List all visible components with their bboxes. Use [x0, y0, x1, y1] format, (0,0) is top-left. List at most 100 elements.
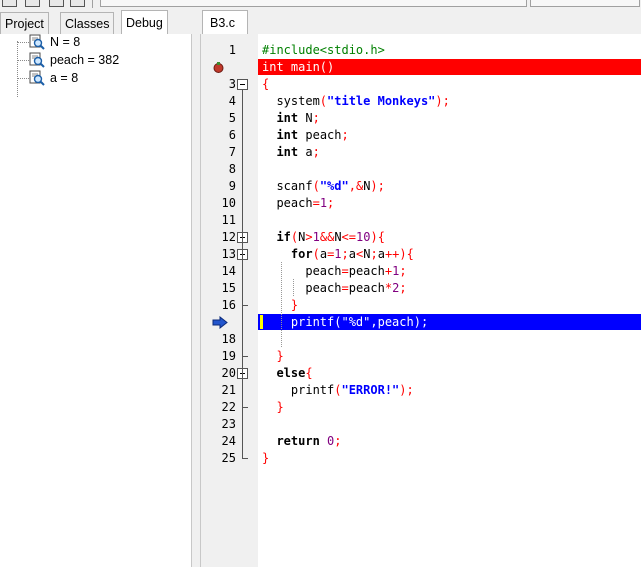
code-text: {	[262, 77, 270, 91]
code-text: printf("%d",peach);	[262, 315, 429, 329]
line-number: 5	[228, 111, 236, 125]
line-number: 7	[228, 145, 236, 159]
left-panel-tabs: Project Classes Debug	[0, 10, 190, 35]
toolbar	[0, 0, 641, 8]
fold-toggle-icon[interactable]	[237, 79, 248, 90]
code-editor[interactable]: 1 #include<stdio.h> int main() 3{4 system("…	[200, 34, 641, 567]
code-text: peach=peach+1;	[262, 264, 407, 278]
code-text: }	[276, 349, 284, 363]
code-text: int peach;	[276, 128, 349, 142]
line-number: 21	[221, 383, 236, 397]
code-text: printf("ERROR!");	[262, 383, 414, 397]
code-text: }	[262, 451, 270, 465]
code-line[interactable]: 13 for(a=1;a<N;a++){	[201, 246, 641, 263]
line-number: 19	[221, 349, 236, 363]
code-line[interactable]: 21 printf("ERROR!");	[201, 382, 641, 399]
code-line[interactable]: 23	[201, 416, 641, 433]
tab-project[interactable]: Project	[0, 12, 49, 35]
editor-tabs: B3.c	[200, 10, 641, 35]
line-number: 18	[221, 332, 236, 346]
toolbar-combo[interactable]	[100, 0, 527, 7]
toolbar-separator	[92, 0, 93, 8]
toolbar-combo-2[interactable]	[530, 0, 640, 7]
code-line[interactable]: 8	[201, 161, 641, 178]
code-line[interactable]: 20 else{	[201, 365, 641, 382]
file-tab-b3c[interactable]: B3.c	[202, 10, 249, 35]
code-line[interactable]: 12 if(N>1&&N<=10){	[201, 229, 641, 246]
code-line[interactable]: 4 system("title Monkeys");	[201, 93, 641, 110]
line-number: 3	[228, 77, 236, 91]
line-number: 6	[228, 128, 236, 142]
line-number: 15	[221, 281, 236, 295]
code-line[interactable]: 22 }	[201, 399, 641, 416]
fold-end-mark	[242, 458, 248, 459]
watch-label: N = 8	[50, 35, 81, 49]
line-number: 20	[221, 366, 236, 380]
code-text: int N;	[276, 111, 320, 125]
toolbar-button-2[interactable]	[25, 0, 40, 7]
watch-variable-icon	[29, 34, 45, 50]
line-number: 13	[221, 247, 236, 261]
line-number: 10	[221, 196, 236, 210]
code-text: for(a=1;a<N;a++){	[290, 247, 414, 261]
toolbar-button-4[interactable]	[70, 0, 85, 7]
line-number: 4	[228, 94, 236, 108]
code-line[interactable]: 14 peach=peach+1;	[201, 263, 641, 280]
line-number: 25	[221, 451, 236, 465]
code-line[interactable]: 9 scanf("%d",&N);	[201, 178, 641, 195]
code-text: else{	[276, 366, 313, 380]
code-text: int main()	[262, 60, 335, 74]
toolbar-button-3[interactable]	[49, 0, 64, 7]
code-line[interactable]: 3{	[201, 76, 641, 93]
code-line[interactable]: printf("%d",peach);	[201, 314, 641, 331]
tab-classes[interactable]: Classes	[60, 12, 115, 35]
tab-debug[interactable]: Debug	[121, 10, 168, 35]
line-number: 11	[221, 213, 236, 227]
line-number: 12	[221, 230, 236, 244]
fold-end-mark	[242, 407, 248, 408]
code-line[interactable]: 16 }	[201, 297, 641, 314]
code-line[interactable]: 19 }	[201, 348, 641, 365]
code-text: #include<stdio.h>	[262, 43, 385, 57]
code-line[interactable]: 25}	[201, 450, 641, 467]
watch-label: peach = 382	[50, 53, 120, 67]
indent-guide	[293, 279, 295, 296]
line-number: 14	[221, 264, 236, 278]
code-text: return 0;	[276, 434, 342, 448]
tree-branch	[17, 78, 29, 79]
code-line[interactable]: 5 int N;	[201, 110, 641, 127]
line-number: 16	[221, 298, 236, 312]
debug-watch-pane: N = 8 peach = 382 a = 8	[0, 34, 192, 567]
code-text: scanf("%d",&N);	[262, 179, 385, 193]
line-number: 22	[221, 400, 236, 414]
execution-arrow-icon	[212, 315, 228, 330]
code-line[interactable]: 24 return 0;	[201, 433, 641, 450]
tree-branch	[17, 42, 29, 43]
code-text: }	[276, 400, 284, 414]
code-line[interactable]: 1 #include<stdio.h>	[201, 42, 641, 59]
code-text: system("title Monkeys");	[262, 94, 450, 108]
line-number: 8	[228, 162, 236, 176]
splitter[interactable]	[192, 34, 200, 567]
line-number: 24	[221, 434, 236, 448]
watch-label: a = 8	[50, 71, 79, 85]
fold-guide	[242, 379, 243, 407]
code-line[interactable]: 10 peach=1;	[201, 195, 641, 212]
fold-end-mark	[242, 356, 248, 357]
line-number: 23	[221, 417, 236, 431]
watch-variable-icon	[29, 70, 45, 86]
line-number: 9	[228, 179, 236, 193]
code-line[interactable]: 18	[201, 331, 641, 348]
indent-guide	[281, 262, 283, 347]
code-line[interactable]: 7 int a;	[201, 144, 641, 161]
code-line[interactable]: 11	[201, 212, 641, 229]
tree-connector	[17, 41, 18, 97]
toolbar-button-1[interactable]	[2, 0, 17, 7]
code-line[interactable]: 15 peach=peach*2;	[201, 280, 641, 297]
breakpoint-icon[interactable]	[213, 62, 224, 73]
code-line[interactable]: int main()	[201, 59, 641, 76]
tree-branch	[17, 60, 29, 61]
code-line[interactable]: 6 int peach;	[201, 127, 641, 144]
code-text: if(N>1&&N<=10){	[276, 230, 385, 244]
code-text: int a;	[276, 145, 320, 159]
